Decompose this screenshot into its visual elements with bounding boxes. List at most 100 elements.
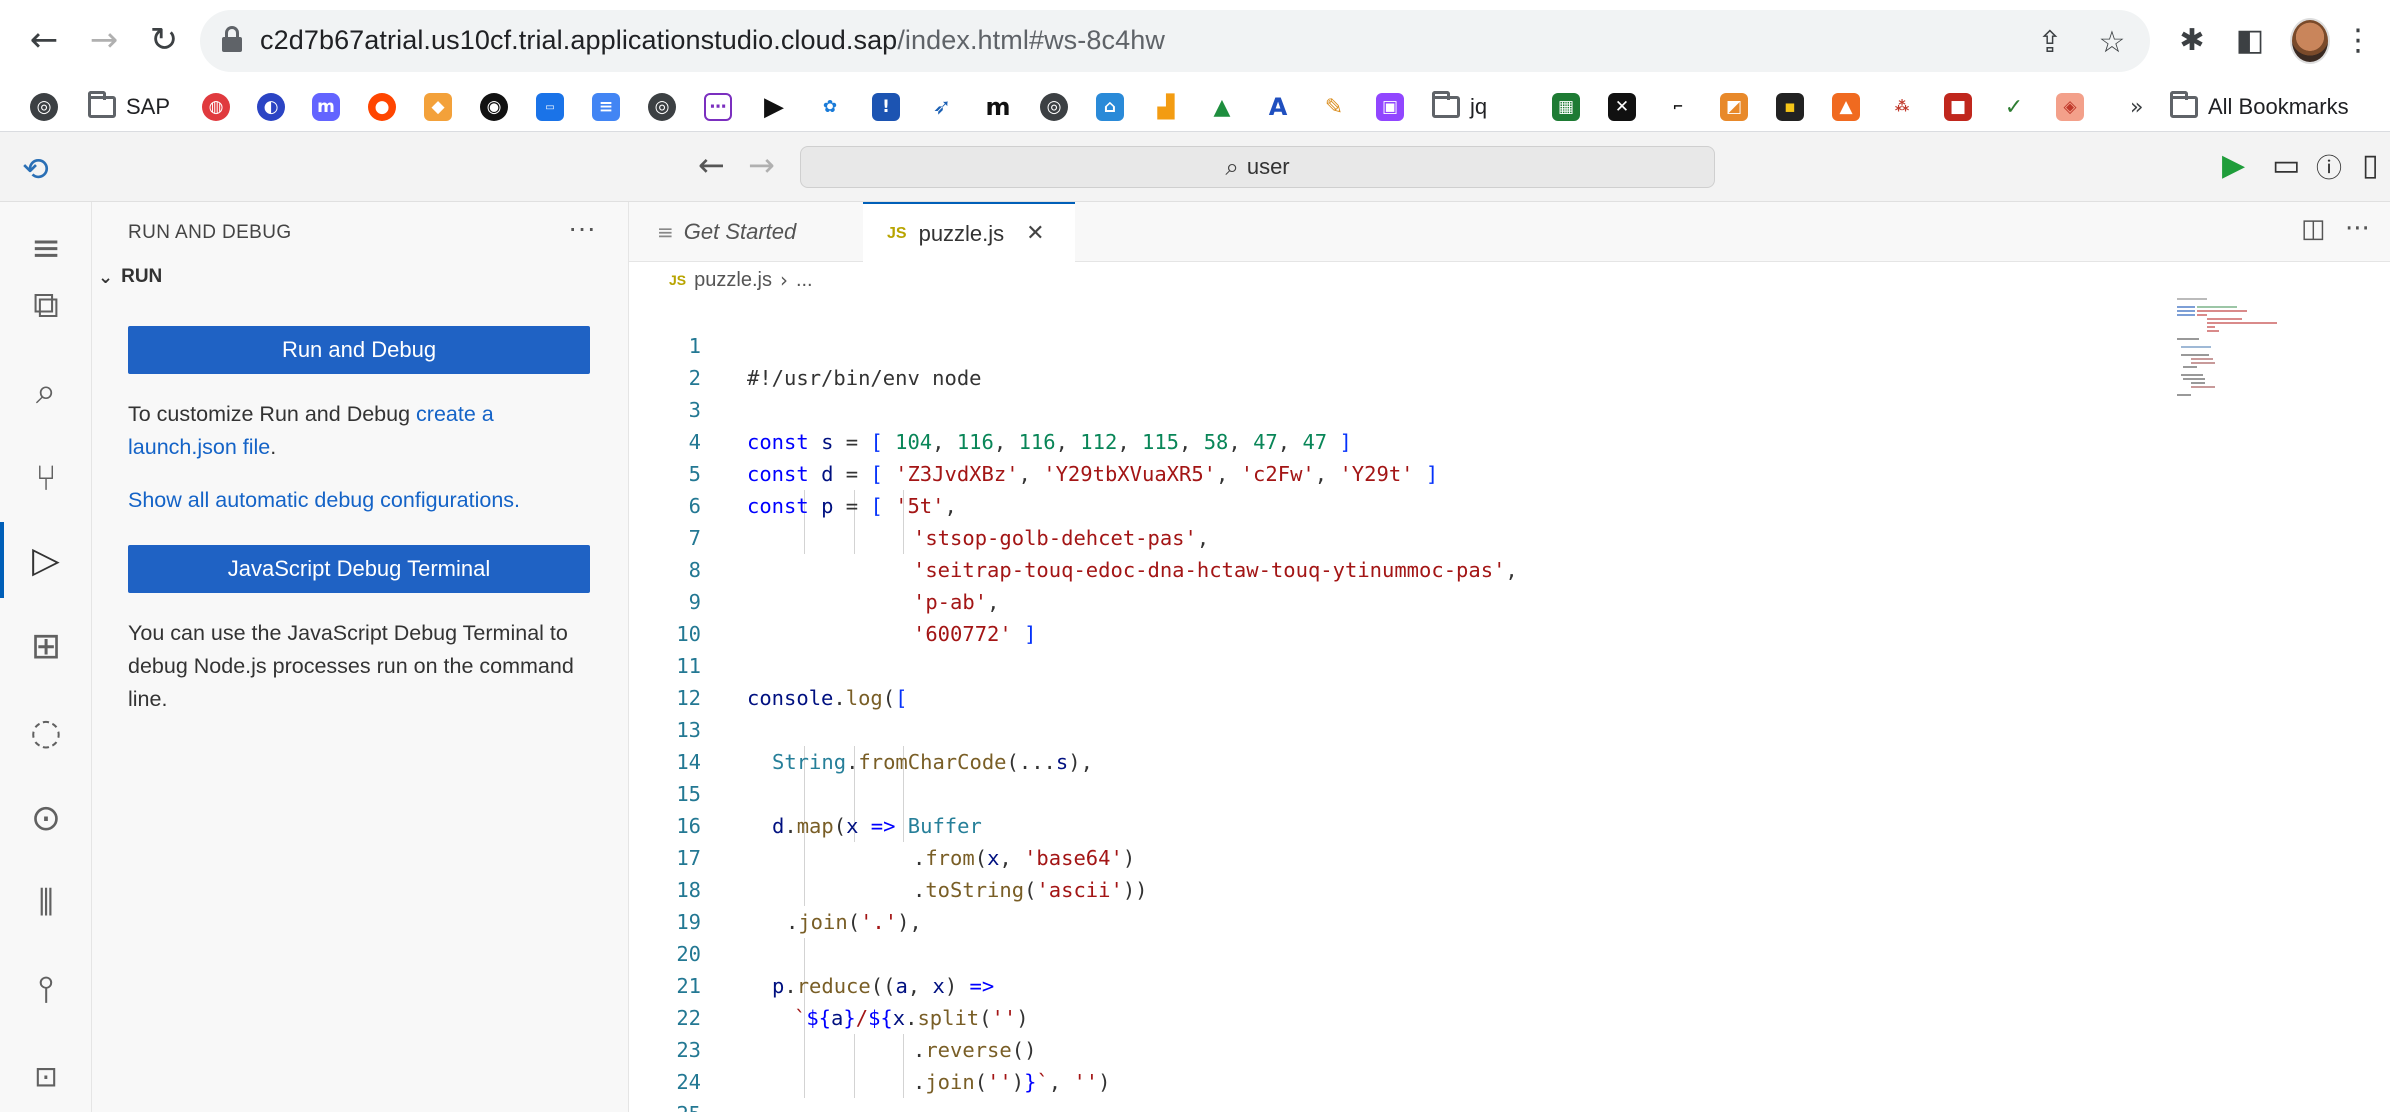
- activity-bar: ≡ ⧉ ⌕ ⑂ ▷ ⊞ ◌ ⊙ ⫴ ⫯ ⊡: [0, 202, 92, 1112]
- favicon-icon: ◈: [2056, 93, 2084, 121]
- minimap[interactable]: [2177, 298, 2297, 398]
- bookmark-7[interactable]: ▭: [536, 92, 564, 122]
- run-section-header[interactable]: ⌄ RUN: [98, 266, 162, 288]
- bookmark-12[interactable]: ✿: [816, 92, 844, 122]
- bookmark-2[interactable]: ◐: [257, 92, 285, 122]
- favicon-icon: ▲: [1832, 93, 1860, 121]
- bookmark-globe[interactable]: ◎: [30, 92, 58, 122]
- bookmark-folder-jq[interactable]: jq: [1432, 91, 1487, 122]
- bookmark-folder-sap[interactable]: SAP: [88, 91, 170, 122]
- remote-explorer-icon[interactable]: ◌: [20, 706, 72, 758]
- folder-icon: [88, 91, 116, 118]
- profile-avatar[interactable]: [2290, 18, 2330, 64]
- url-text[interactable]: c2d7b67atrial.us10cf.trial.applicationst…: [260, 25, 1165, 56]
- bookmark-15[interactable]: m: [984, 92, 1012, 122]
- branch-icon[interactable]: ⫯: [20, 964, 72, 1016]
- search-icon[interactable]: ⌕: [20, 366, 72, 418]
- bookmark-4[interactable]: ●: [368, 92, 396, 122]
- tab-puzzle-js[interactable]: JS puzzle.js ✕: [863, 202, 1075, 263]
- folder-icon: [1432, 91, 1460, 118]
- all-bookmarks-label: All Bookmarks: [2208, 94, 2349, 119]
- layout-icon[interactable]: ▯: [2362, 148, 2379, 183]
- code-line: 8 'p-ab',: [629, 522, 2129, 614]
- browser-toolbar: ← → ↻ c2d7b67atrial.us10cf.trial.applica…: [0, 0, 2390, 82]
- code-line: 7 'seitrap-touq-edoc-dna-hctaw-touq-ytin…: [629, 490, 2129, 582]
- command-center[interactable]: ⌕ user: [800, 146, 1715, 188]
- bookmark-16[interactable]: ◎: [1040, 92, 1068, 122]
- git-graph-icon[interactable]: ⊙: [20, 792, 72, 844]
- bookmark-8[interactable]: ≡: [592, 92, 620, 122]
- library-icon[interactable]: ⫴: [20, 878, 72, 930]
- code-line: 19: [629, 874, 2129, 934]
- bookmark-20[interactable]: A: [1264, 92, 1292, 122]
- tab-bar: ≡ Get Started JS puzzle.js ✕ ◫ ···: [629, 202, 2390, 263]
- bookmark-28[interactable]: ▲: [1832, 92, 1860, 122]
- bookmark-21[interactable]: ✎: [1320, 92, 1348, 122]
- search-icon: ⌕: [1225, 153, 1239, 181]
- bookmark-11[interactable]: ▶: [760, 92, 788, 122]
- code-line: 9 '600772' ]: [629, 554, 2129, 646]
- bookmark-31[interactable]: ✓: [2000, 92, 2028, 122]
- run-and-debug-button[interactable]: Run and Debug: [128, 326, 590, 374]
- bookmark-13[interactable]: !: [872, 92, 900, 122]
- explorer-icon[interactable]: ⧉: [20, 280, 72, 332]
- close-icon[interactable]: ✕: [1026, 221, 1044, 246]
- github-icon: ◉: [480, 93, 508, 121]
- star-icon[interactable]: ☆: [2092, 22, 2132, 62]
- show-configurations-link[interactable]: Show all automatic debug configurations.: [128, 484, 590, 517]
- bookmark-22[interactable]: ▣: [1376, 92, 1404, 122]
- bookmark-14[interactable]: ➶: [928, 92, 956, 122]
- bookmark-17[interactable]: ⌂: [1096, 92, 1124, 122]
- bookmark-26[interactable]: ◩: [1720, 92, 1748, 122]
- forward-arrow-icon[interactable]: →: [78, 14, 130, 66]
- more-actions-icon[interactable]: ···: [568, 212, 596, 244]
- bookmark-25[interactable]: ⌐: [1664, 92, 1692, 122]
- run-icon[interactable]: ▶: [2222, 148, 2245, 183]
- bookmark-30[interactable]: ■: [1944, 92, 1972, 122]
- favicon-icon: ⁂: [1888, 93, 1916, 121]
- reload-icon[interactable]: ↻: [138, 14, 190, 66]
- code-line: 20 p.reduce((a, x) =>: [629, 906, 2129, 998]
- extensions-icon[interactable]: ✱: [2170, 18, 2214, 62]
- nav-forward-icon[interactable]: →: [748, 146, 775, 184]
- editor-more-icon[interactable]: ···: [2345, 214, 2370, 244]
- bookmark-10[interactable]: ⋯: [704, 92, 732, 122]
- mastodon-icon: m: [312, 93, 340, 121]
- panel-toggle-icon[interactable]: ▭: [2272, 148, 2300, 183]
- screen: ← → ↻ c2d7b67atrial.us10cf.trial.applica…: [0, 0, 2390, 1112]
- bookmark-9[interactable]: ◎: [648, 92, 676, 122]
- chrome-menu-icon[interactable]: ⋮: [2336, 18, 2380, 62]
- source-control-icon[interactable]: ⑂: [20, 452, 72, 504]
- bookmark-5[interactable]: ◆: [424, 92, 452, 122]
- code-line: 15 d.map(x => Buffer: [629, 746, 2129, 838]
- bookmark-3[interactable]: m: [312, 92, 340, 122]
- bookmark-29[interactable]: ⁂: [1888, 92, 1916, 122]
- breadcrumb-file[interactable]: puzzle.js: [694, 269, 772, 292]
- code-check-icon[interactable]: ⊡: [20, 1050, 72, 1102]
- command-center-text: user: [1246, 154, 1290, 179]
- help-icon[interactable]: ⓘ: [2316, 148, 2342, 185]
- tab-get-started[interactable]: ≡ Get Started: [655, 202, 855, 262]
- bas-logo-icon[interactable]: ⟲: [22, 150, 49, 188]
- js-debug-terminal-button[interactable]: JavaScript Debug Terminal: [128, 545, 590, 593]
- share-icon[interactable]: ⇪: [2030, 22, 2070, 62]
- run-debug-icon[interactable]: ▷: [20, 534, 72, 586]
- bookmark-19[interactable]: ▲: [1208, 92, 1236, 122]
- bookmark-32[interactable]: ◈: [2056, 92, 2084, 122]
- bookmark-6[interactable]: ◉: [480, 92, 508, 122]
- bookmark-24[interactable]: ✕: [1608, 92, 1636, 122]
- extensions-icon[interactable]: ⊞: [20, 620, 72, 672]
- back-arrow-icon[interactable]: ←: [18, 14, 70, 66]
- bookmarks-overflow-icon[interactable]: »: [2130, 92, 2143, 122]
- split-editor-icon[interactable]: ◫: [2301, 214, 2326, 244]
- nav-back-icon[interactable]: ←: [698, 146, 725, 184]
- bookmark-27[interactable]: ◼: [1776, 92, 1804, 122]
- bookmark-23[interactable]: ▦: [1552, 92, 1580, 122]
- bookmark-18[interactable]: ▟: [1152, 92, 1180, 122]
- bookmark-1[interactable]: ◍: [202, 92, 230, 122]
- breadcrumb-more[interactable]: ...: [796, 269, 813, 292]
- all-bookmarks-folder[interactable]: All Bookmarks: [2170, 91, 2349, 122]
- menu-icon[interactable]: ≡: [20, 222, 72, 274]
- address-bar[interactable]: c2d7b67atrial.us10cf.trial.applicationst…: [200, 10, 2150, 72]
- side-panel-icon[interactable]: ◧: [2228, 18, 2272, 62]
